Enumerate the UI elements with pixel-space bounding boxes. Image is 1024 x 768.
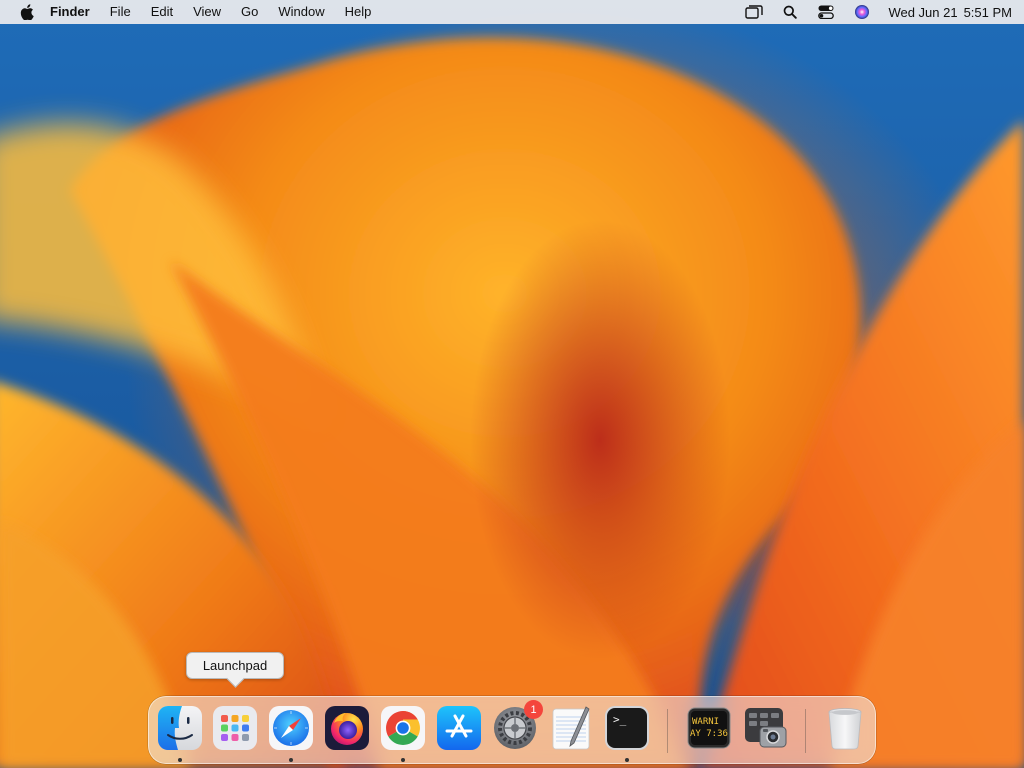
textedit-icon — [552, 706, 590, 750]
menu-go[interactable]: Go — [231, 0, 268, 24]
siri-icon[interactable] — [852, 2, 872, 22]
menu-window[interactable]: Window — [268, 0, 334, 24]
dock-item-system-settings[interactable]: 1 — [492, 700, 543, 751]
menu-file[interactable]: File — [100, 0, 141, 24]
screen-mirroring-icon[interactable] — [744, 2, 764, 22]
terminal-icon — [605, 706, 649, 750]
trash-icon — [828, 708, 862, 750]
menu-view[interactable]: View — [183, 0, 231, 24]
menu-edit[interactable]: Edit — [141, 0, 183, 24]
firefox-icon — [325, 706, 369, 750]
dock-item-trash[interactable] — [822, 705, 868, 751]
running-indicator — [178, 758, 182, 762]
desktop-wallpaper — [0, 0, 1024, 768]
running-indicator — [625, 758, 629, 762]
dock-item-chrome[interactable] — [380, 705, 426, 762]
launchpad-icon — [213, 706, 257, 750]
dock-item-launchpad[interactable] — [212, 705, 258, 751]
dock-item-console[interactable]: WARNI AY 7:36 — [686, 705, 732, 751]
dock-item-terminal[interactable]: >_ — [604, 705, 650, 762]
terminal-prompt: >_ — [613, 713, 627, 726]
dock-item-screenshot[interactable] — [742, 705, 788, 751]
dock-item-app-store[interactable] — [436, 705, 482, 751]
dock-separator — [805, 709, 806, 753]
dock-item-textedit[interactable] — [548, 705, 594, 751]
spotlight-search-icon[interactable] — [780, 2, 800, 22]
dock-separator — [667, 709, 668, 753]
running-indicator — [289, 758, 293, 762]
menu-bar: Finder File Edit View Go Window Help Wed… — [0, 0, 1024, 24]
apple-menu-icon[interactable] — [18, 3, 36, 21]
dock-tooltip: Launchpad — [186, 652, 284, 679]
running-indicator — [401, 758, 405, 762]
menu-bar-clock[interactable]: Wed Jun 21 5:51 PM — [888, 5, 1012, 20]
chrome-icon — [381, 706, 425, 750]
app-store-icon — [437, 706, 481, 750]
console-time-line: AY 7:36 — [690, 729, 728, 739]
dock: 1 >_ WARNI AY 7:36 — [148, 696, 876, 764]
notification-badge: 1 — [524, 700, 543, 719]
dock-item-firefox[interactable] — [324, 705, 370, 751]
dock-item-finder[interactable] — [157, 705, 203, 762]
dock-item-safari[interactable] — [268, 705, 314, 762]
menu-app-name[interactable]: Finder — [48, 0, 100, 24]
clock-time: 5:51 PM — [963, 4, 1012, 20]
control-center-icon[interactable] — [816, 2, 836, 22]
menu-help[interactable]: Help — [335, 0, 382, 24]
screenshot-icon — [745, 708, 787, 748]
safari-icon — [269, 706, 313, 750]
console-warning-line: WARNI — [692, 717, 720, 727]
clock-date: Wed Jun 21 — [888, 4, 958, 20]
finder-icon — [158, 706, 202, 750]
